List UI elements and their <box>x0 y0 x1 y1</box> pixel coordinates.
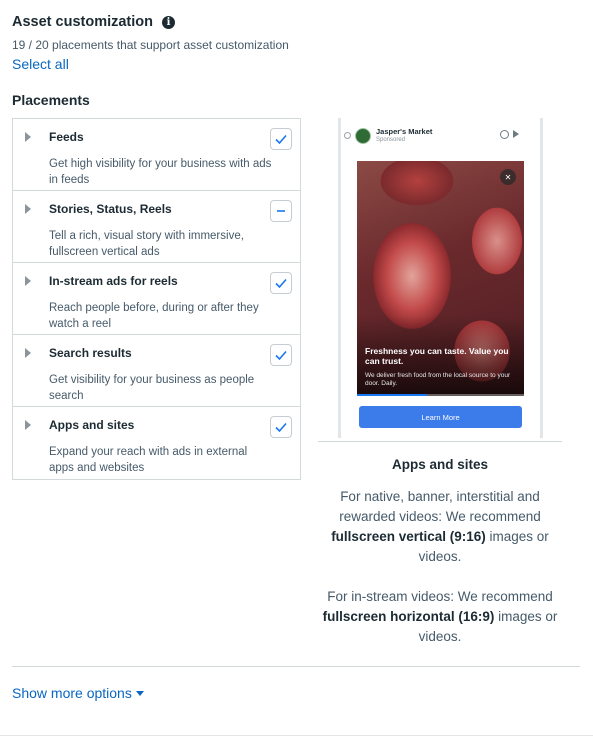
caret-right-icon <box>25 276 31 286</box>
placement-description: Reach people before, during or after the… <box>49 302 259 330</box>
checkmark-icon <box>275 278 287 289</box>
placement-row: In-stream ads for reels Reach people befo… <box>13 263 300 335</box>
expand-toggle[interactable] <box>13 407 43 443</box>
play-icon <box>513 130 519 138</box>
placements-count-text: 19 / 20 placements that support asset cu… <box>12 38 289 52</box>
video-progress-bar <box>357 394 428 396</box>
ad-preview: Jasper's Market Sponsored ✕ Freshness yo… <box>338 118 543 438</box>
placement-title: Search results <box>49 346 132 360</box>
advertiser-avatar <box>355 128 371 144</box>
placement-title: Stories, Status, Reels <box>49 202 172 216</box>
sponsored-label: Sponsored <box>376 137 406 143</box>
placement-checkbox[interactable] <box>270 128 292 150</box>
minus-icon <box>277 210 285 212</box>
recommendation-1-text: For native, banner, interstitial and rew… <box>339 489 541 524</box>
preview-divider <box>318 441 562 442</box>
section-divider <box>12 666 580 667</box>
caret-right-icon <box>25 204 31 214</box>
page-bottom-divider <box>0 735 593 736</box>
asset-customization-title: Asset customization i <box>12 14 175 30</box>
placement-row: Feeds Get high visibility for your busine… <box>13 119 300 191</box>
placement-description: Get high visibility for your business wi… <box>49 158 272 186</box>
recommendation-2-text: For in-stream videos: We recommend <box>327 589 553 604</box>
ad-headline: Freshness you can taste. Value you can t… <box>365 346 509 366</box>
ad-creative-image: ✕ Freshness you can taste. Value you can… <box>357 161 524 396</box>
placement-title: Feeds <box>49 130 84 144</box>
placement-row: Stories, Status, Reels Tell a rich, visua… <box>13 191 300 263</box>
ad-actions <box>500 130 519 139</box>
advertiser-name: Jasper's Market Sponsored <box>376 128 432 144</box>
recommendation-2-format: fullscreen horizontal (16:9) <box>322 609 495 624</box>
ad-header: Jasper's Market Sponsored <box>344 128 432 144</box>
placement-description: Expand your reach with ads in external a… <box>49 446 248 474</box>
advertiser-name-text: Jasper's Market <box>376 127 433 136</box>
ad-body: We deliver fresh food from the local sou… <box>365 372 511 387</box>
expand-toggle[interactable] <box>13 335 43 371</box>
select-all-link[interactable]: Select all <box>12 56 69 72</box>
expand-toggle[interactable] <box>13 191 43 227</box>
info-circle-icon <box>500 130 509 139</box>
placement-recommendation-1: For native, banner, interstitial and rew… <box>318 487 562 567</box>
show-more-options-link[interactable]: Show more options <box>12 685 144 701</box>
info-icon[interactable]: i <box>162 15 175 29</box>
checkmark-icon <box>275 422 287 433</box>
placement-description: Tell a rich, visual story with immersive… <box>49 230 244 258</box>
learn-more-button[interactable]: Learn More <box>359 406 522 428</box>
placement-checkbox[interactable] <box>270 416 292 438</box>
asset-customization-label: Asset customization <box>12 14 153 30</box>
expand-toggle[interactable] <box>13 263 43 299</box>
placement-info-title: Apps and sites <box>391 457 489 472</box>
placement-row: Apps and sites Expand your reach with ads… <box>13 407 300 479</box>
placement-title: In-stream ads for reels <box>49 274 178 288</box>
placement-title: Apps and sites <box>49 418 135 432</box>
phone-frame: Jasper's Market Sponsored ✕ Freshness yo… <box>338 118 543 438</box>
checkmark-icon <box>275 350 287 361</box>
placements-heading: Placements <box>12 92 90 108</box>
placement-recommendation-2: For in-stream videos: We recommend fulls… <box>318 587 562 647</box>
chevron-down-icon <box>135 691 144 696</box>
recommendation-1-format: fullscreen vertical (9:16) <box>331 529 486 544</box>
placement-row: Search results Get visibility for your bu… <box>13 335 300 407</box>
mute-icon[interactable]: ✕ <box>500 169 516 185</box>
placements-list: Feeds Get high visibility for your busine… <box>12 118 301 480</box>
expand-toggle[interactable] <box>13 119 43 155</box>
placement-description: Get visibility for your business as peop… <box>49 374 255 402</box>
placement-checkbox[interactable] <box>270 344 292 366</box>
caret-right-icon <box>25 132 31 142</box>
caret-right-icon <box>25 420 31 430</box>
placement-checkbox[interactable] <box>270 272 292 294</box>
show-more-label: Show more options <box>12 685 132 701</box>
checkmark-icon <box>275 134 287 145</box>
placement-checkbox[interactable] <box>270 200 292 222</box>
caret-right-icon <box>25 348 31 358</box>
radio-dot-icon <box>344 132 351 139</box>
